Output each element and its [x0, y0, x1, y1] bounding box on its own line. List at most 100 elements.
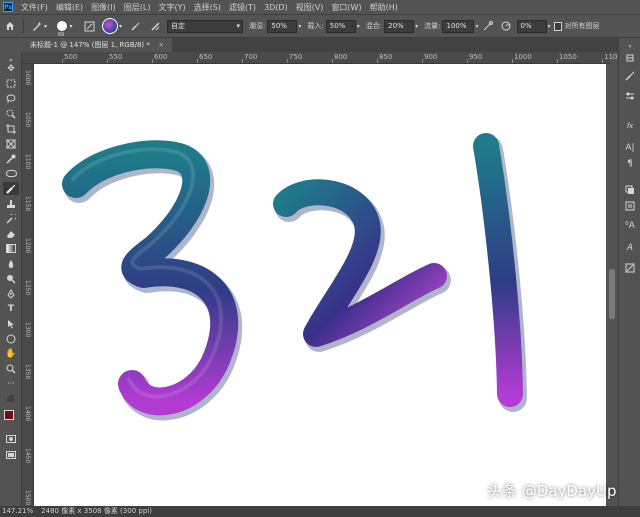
document-canvas[interactable] [34, 64, 606, 506]
vertical-scrollbar[interactable] [606, 64, 618, 506]
foreground-color-swatch[interactable] [4, 410, 14, 420]
chevron-down-icon[interactable]: ▾ [298, 23, 301, 30]
menu-image[interactable]: 图像(I) [87, 2, 120, 13]
chevron-down-icon[interactable]: ▾ [548, 23, 551, 30]
load-field[interactable]: 50% [325, 19, 356, 33]
angle-icon[interactable] [500, 18, 512, 34]
menu-filter[interactable]: 滤镜(T) [225, 2, 260, 13]
eyedropper-tool-icon[interactable] [3, 152, 19, 165]
chevron-down-icon[interactable]: ▾ [475, 23, 478, 30]
wet-field[interactable]: 50% [267, 19, 298, 33]
zoom-tool-icon[interactable] [3, 362, 19, 375]
ruler-tick [287, 59, 288, 63]
load-brush-icon[interactable] [128, 18, 142, 34]
frame-tool-icon[interactable] [3, 137, 19, 150]
quick-mask-icon[interactable] [3, 432, 19, 445]
gradient-tool-icon[interactable] [3, 242, 19, 255]
ruler-tick-label: 1000 [514, 53, 532, 61]
document-tab-bar: 未标题-1 @ 147% (图层 1, RGB/8) * × [22, 38, 618, 52]
styles-panel-icon[interactable]: A [623, 242, 637, 254]
photoshop-logo-icon[interactable]: Ps [3, 2, 13, 12]
mix-label: 混合: [365, 22, 383, 30]
close-icon[interactable]: × [158, 41, 164, 49]
preset-combo-value: 自定 [171, 21, 185, 30]
home-icon[interactable] [3, 18, 17, 34]
zoom-level[interactable]: 147.21% [2, 506, 33, 517]
ruler-tick-label: 800 [334, 53, 348, 61]
screen-mode-icon[interactable] [3, 448, 19, 461]
menu-window[interactable]: 窗口(W) [327, 2, 365, 13]
menu-type[interactable]: 文字(Y) [154, 2, 189, 13]
eraser-tool-icon[interactable] [3, 227, 19, 240]
menu-view[interactable]: 视图(V) [292, 2, 328, 13]
menu-file[interactable]: 文件(F) [17, 2, 52, 13]
airbrush-icon[interactable] [482, 18, 494, 34]
marquee-tool-icon[interactable] [3, 77, 19, 90]
sample-all-checkbox[interactable] [553, 18, 562, 34]
chevron-down-icon[interactable]: ▾ [357, 23, 360, 30]
ruler-tick-label: 750 [289, 53, 303, 61]
ruler-tick-label: 700 [244, 53, 258, 61]
brush-panel-icon[interactable] [623, 70, 637, 82]
brush-settings-icon[interactable] [623, 90, 637, 102]
path-selection-tool-icon[interactable] [3, 317, 19, 330]
ruler-tick [377, 59, 378, 63]
menu-3d[interactable]: 3D(D) [260, 3, 292, 12]
lasso-tool-icon[interactable] [3, 92, 19, 105]
ruler-tick [602, 59, 603, 63]
history-brush-tool-icon[interactable] [3, 212, 19, 225]
collapse-panel-icon[interactable]: « [623, 40, 637, 52]
flow-field[interactable]: 100% [442, 19, 475, 33]
more-tools-icon[interactable]: ··· [3, 377, 19, 390]
layers-panel-icon[interactable] [623, 184, 637, 196]
stroke-digit-1 [473, 133, 527, 412]
type-tool-icon[interactable]: T [3, 302, 19, 315]
history-panel-icon[interactable] [623, 52, 637, 64]
glyphs-panel-icon[interactable]: ⁰A [623, 220, 637, 232]
document-tab[interactable]: 未标题-1 @ 147% (图层 1, RGB/8) * × [22, 38, 172, 52]
pen-tool-icon[interactable] [3, 287, 19, 300]
preset-combo-select[interactable]: 自定 ▾ [167, 19, 243, 33]
current-brush-load-swatch[interactable]: ▾ [102, 18, 122, 34]
chevron-down-icon[interactable]: ▾ [415, 23, 418, 30]
menu-help[interactable]: 帮助(H) [366, 2, 402, 13]
ruler-tick-label: 1350 [24, 364, 31, 380]
angle-field[interactable]: 0% [516, 19, 547, 33]
ruler-tick-label: 1500 [24, 490, 31, 506]
divider [23, 19, 24, 33]
ruler-tick-label: 900 [424, 53, 438, 61]
scrollbar-thumb[interactable] [609, 269, 615, 319]
options-bar: ▾ 66 ▾ ▾ 自定 ▾ 潮湿: 50% ▾ 载入: 50% ▾ 混合: 20… [0, 14, 640, 38]
menu-select[interactable]: 选择(S) [190, 2, 225, 13]
default-colors-icon[interactable]: ⬛ [3, 392, 19, 405]
move-tool-icon[interactable]: ✥ [3, 62, 19, 75]
chevron-down-icon: ▾ [236, 21, 240, 30]
fx-icon[interactable]: fx [623, 120, 637, 132]
dodge-tool-icon[interactable] [3, 272, 19, 285]
hand-tool-icon[interactable]: ✋ [3, 347, 19, 360]
blur-tool-icon[interactable] [3, 257, 19, 270]
shape-tool-icon[interactable] [3, 332, 19, 345]
paragraph-panel-icon[interactable]: ¶ [623, 158, 637, 170]
quick-selection-tool-icon[interactable] [3, 107, 19, 120]
brush-load-icon [102, 18, 118, 34]
healing-brush-tool-icon[interactable] [3, 167, 19, 180]
load-label: 载入: [307, 22, 324, 30]
channels-panel-icon[interactable] [623, 200, 637, 212]
ruler-tick [512, 59, 513, 63]
menu-edit[interactable]: 编辑(E) [52, 2, 87, 13]
clone-stamp-tool-icon[interactable] [3, 197, 19, 210]
adjustments-panel-icon[interactable] [623, 262, 637, 274]
ruler-tick-label: 1050 [24, 112, 31, 128]
mix-field[interactable]: 20% [384, 19, 415, 33]
ruler-tick-label: 1150 [24, 196, 31, 212]
brush-preset-picker[interactable]: 66 ▾ [54, 18, 76, 38]
character-panel-icon[interactable]: A| [623, 142, 637, 154]
brush-tool-icon[interactable] [3, 182, 19, 195]
brush-settings-panel-icon[interactable] [82, 18, 96, 34]
mixer-brush-tool-icon[interactable]: ▾ [30, 18, 48, 34]
crop-tool-icon[interactable] [3, 122, 19, 135]
document-size: 2480 像素 x 3508 像素 (300 ppi) [41, 507, 152, 515]
menu-layer[interactable]: 图层(L) [120, 2, 155, 13]
clean-brush-icon[interactable] [148, 18, 162, 34]
